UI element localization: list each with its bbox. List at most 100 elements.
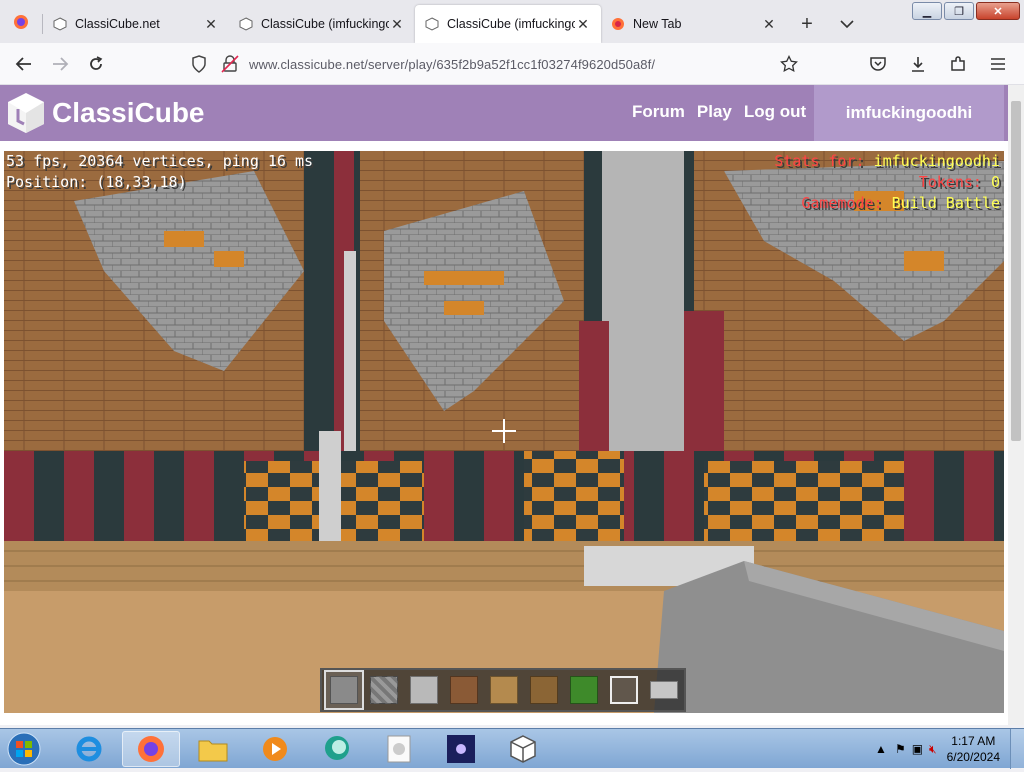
hotbar-slot-planks[interactable] bbox=[484, 670, 524, 710]
wood-block-icon bbox=[530, 676, 558, 704]
list-all-tabs-button[interactable] bbox=[827, 5, 867, 43]
firefox-icon bbox=[612, 18, 624, 30]
close-window-button[interactable]: ✕ bbox=[976, 2, 1020, 20]
clock[interactable]: 1:17 AM 6/20/2024 bbox=[947, 733, 1000, 765]
internet-explorer-icon bbox=[76, 736, 102, 762]
page-scrollbar[interactable] bbox=[1008, 85, 1024, 725]
hotbar-slot-stone-light[interactable] bbox=[404, 670, 444, 710]
back-button[interactable] bbox=[6, 48, 42, 80]
firefox-icon bbox=[138, 736, 164, 762]
crosshair bbox=[492, 419, 516, 443]
game-canvas[interactable]: 53 fps, 20364 vertices, ping 16 ms Posit… bbox=[4, 151, 1004, 713]
hotbar-slot-glass[interactable] bbox=[604, 670, 644, 710]
url-bar[interactable]: www.classicube.net/server/play/635f2b9a5… bbox=[183, 48, 808, 80]
shield-icon[interactable] bbox=[191, 55, 207, 73]
forward-button[interactable] bbox=[42, 48, 78, 80]
restore-button[interactable]: ❐ bbox=[944, 2, 974, 20]
site-logo[interactable]: ClassiCube bbox=[6, 91, 205, 135]
chat-bubble-icon bbox=[325, 736, 349, 760]
gamemode-label: Gamemode: bbox=[801, 194, 892, 212]
windows-logo-icon bbox=[7, 732, 41, 766]
url-text[interactable]: www.classicube.net/server/play/635f2b9a5… bbox=[249, 57, 655, 72]
tab-label: ClassiCube (imfuckingoc bbox=[447, 17, 575, 31]
hotbar[interactable] bbox=[320, 668, 686, 712]
logout-link[interactable]: Log out bbox=[744, 102, 806, 122]
pocket-button[interactable] bbox=[860, 48, 896, 80]
debug-hud: 53 fps, 20364 vertices, ping 16 ms Posit… bbox=[6, 151, 313, 193]
planks-block-icon bbox=[490, 676, 518, 704]
taskbar: ▲ ⚑ ▣ 🔇︎ 1:17 AM 6/20/2024 bbox=[0, 728, 1024, 769]
light-stone-block-icon bbox=[410, 676, 438, 704]
minimize-button[interactable]: ▁ bbox=[912, 2, 942, 20]
taskbar-file-explorer[interactable] bbox=[184, 731, 242, 767]
tab-classicube-net[interactable]: ClassiCube.net ✕ bbox=[43, 5, 229, 43]
close-tab-icon[interactable]: ✕ bbox=[575, 16, 591, 33]
reload-icon bbox=[90, 55, 103, 70]
new-tab-button[interactable]: + bbox=[787, 5, 827, 43]
classicube-logo-icon bbox=[8, 93, 44, 133]
tab-label: New Tab bbox=[633, 17, 682, 31]
show-desktop-button[interactable] bbox=[1010, 729, 1024, 769]
page-content: ClassiCube Forum Play Log out imfuckingo… bbox=[0, 85, 1008, 725]
close-tab-icon[interactable]: ✕ bbox=[761, 16, 777, 33]
tab-classicube-play-2[interactable]: ClassiCube (imfuckingoc ✕ bbox=[415, 5, 601, 43]
hotbar-slot-leaves[interactable] bbox=[564, 670, 604, 710]
taskbar-chat-app[interactable] bbox=[308, 731, 366, 767]
close-tab-icon[interactable]: ✕ bbox=[203, 16, 219, 33]
forum-link[interactable]: Forum bbox=[632, 102, 685, 122]
username-link[interactable]: imfuckingoodhi bbox=[814, 85, 1004, 141]
scrollbar-thumb[interactable] bbox=[1011, 101, 1021, 441]
stats-for-label: Stats for: bbox=[774, 152, 874, 170]
taskbar-classicube[interactable] bbox=[494, 731, 552, 767]
hotbar-slot-wood[interactable] bbox=[524, 670, 564, 710]
hotbar-slot-cobblestone[interactable] bbox=[364, 670, 404, 710]
tokens-value: 0 bbox=[990, 173, 1000, 191]
firefox-view-button[interactable] bbox=[0, 0, 42, 43]
position-text: Position: (18,33,18) bbox=[6, 173, 187, 191]
system-tray: ▲ ⚑ ▣ 🔇︎ 1:17 AM 6/20/2024 bbox=[875, 729, 1024, 769]
cobblestone-block-icon bbox=[370, 676, 398, 704]
clock-date: 6/20/2024 bbox=[946, 750, 1000, 764]
taskbar-disc-app[interactable] bbox=[370, 731, 428, 767]
insecure-lock-icon[interactable] bbox=[221, 55, 239, 73]
hotbar-slot-slab[interactable] bbox=[644, 670, 684, 710]
site-nav: Forum Play Log out bbox=[632, 102, 806, 122]
galaxy-icon bbox=[447, 735, 475, 763]
hamburger-menu-icon bbox=[991, 58, 1005, 70]
hotbar-slot-stone[interactable] bbox=[324, 670, 364, 710]
dirt-block-icon bbox=[450, 676, 478, 704]
app-menu-button[interactable] bbox=[980, 48, 1016, 80]
reload-button[interactable] bbox=[78, 48, 114, 80]
stats-for-user: imfuckingoodhi bbox=[873, 152, 1000, 170]
site-header: ClassiCube Forum Play Log out imfuckingo… bbox=[0, 85, 1008, 141]
cube-icon bbox=[510, 735, 536, 763]
toolbar-right bbox=[860, 48, 1016, 80]
taskbar-internet-explorer[interactable] bbox=[60, 731, 118, 767]
stats-hud: Stats for: imfuckingoodhi Tokens: 0 Game… bbox=[774, 151, 1000, 214]
action-center-flag-icon[interactable]: ⚑ bbox=[895, 742, 906, 756]
close-tab-icon[interactable]: ✕ bbox=[389, 16, 405, 33]
chevron-down-icon bbox=[840, 20, 854, 29]
leaves-block-icon bbox=[570, 676, 598, 704]
forward-arrow-icon bbox=[53, 56, 69, 71]
firefox-icon bbox=[14, 14, 28, 29]
cube-icon bbox=[53, 17, 67, 31]
taskbar-media-player[interactable] bbox=[246, 731, 304, 767]
media-player-icon bbox=[263, 737, 287, 761]
cube-icon bbox=[425, 17, 439, 31]
taskbar-space-app[interactable] bbox=[432, 731, 490, 767]
play-link[interactable]: Play bbox=[697, 102, 732, 122]
tab-new-tab[interactable]: New Tab ✕ bbox=[601, 5, 787, 43]
start-button[interactable] bbox=[4, 731, 44, 767]
extensions-button[interactable] bbox=[940, 48, 976, 80]
show-hidden-icons-icon[interactable]: ▲ bbox=[875, 742, 887, 756]
tab-classicube-play-1[interactable]: ClassiCube (imfuckingoc ✕ bbox=[229, 5, 415, 43]
pocket-icon bbox=[870, 57, 886, 71]
hotbar-slot-dirt[interactable] bbox=[444, 670, 484, 710]
bookmark-star-icon[interactable] bbox=[780, 55, 798, 73]
downloads-button[interactable] bbox=[900, 48, 936, 80]
network-icon[interactable]: ▣ bbox=[912, 742, 923, 756]
volume-muted-icon[interactable]: 🔇︎ bbox=[929, 742, 937, 757]
taskbar-firefox[interactable] bbox=[122, 731, 180, 767]
glass-block-icon bbox=[610, 676, 638, 704]
